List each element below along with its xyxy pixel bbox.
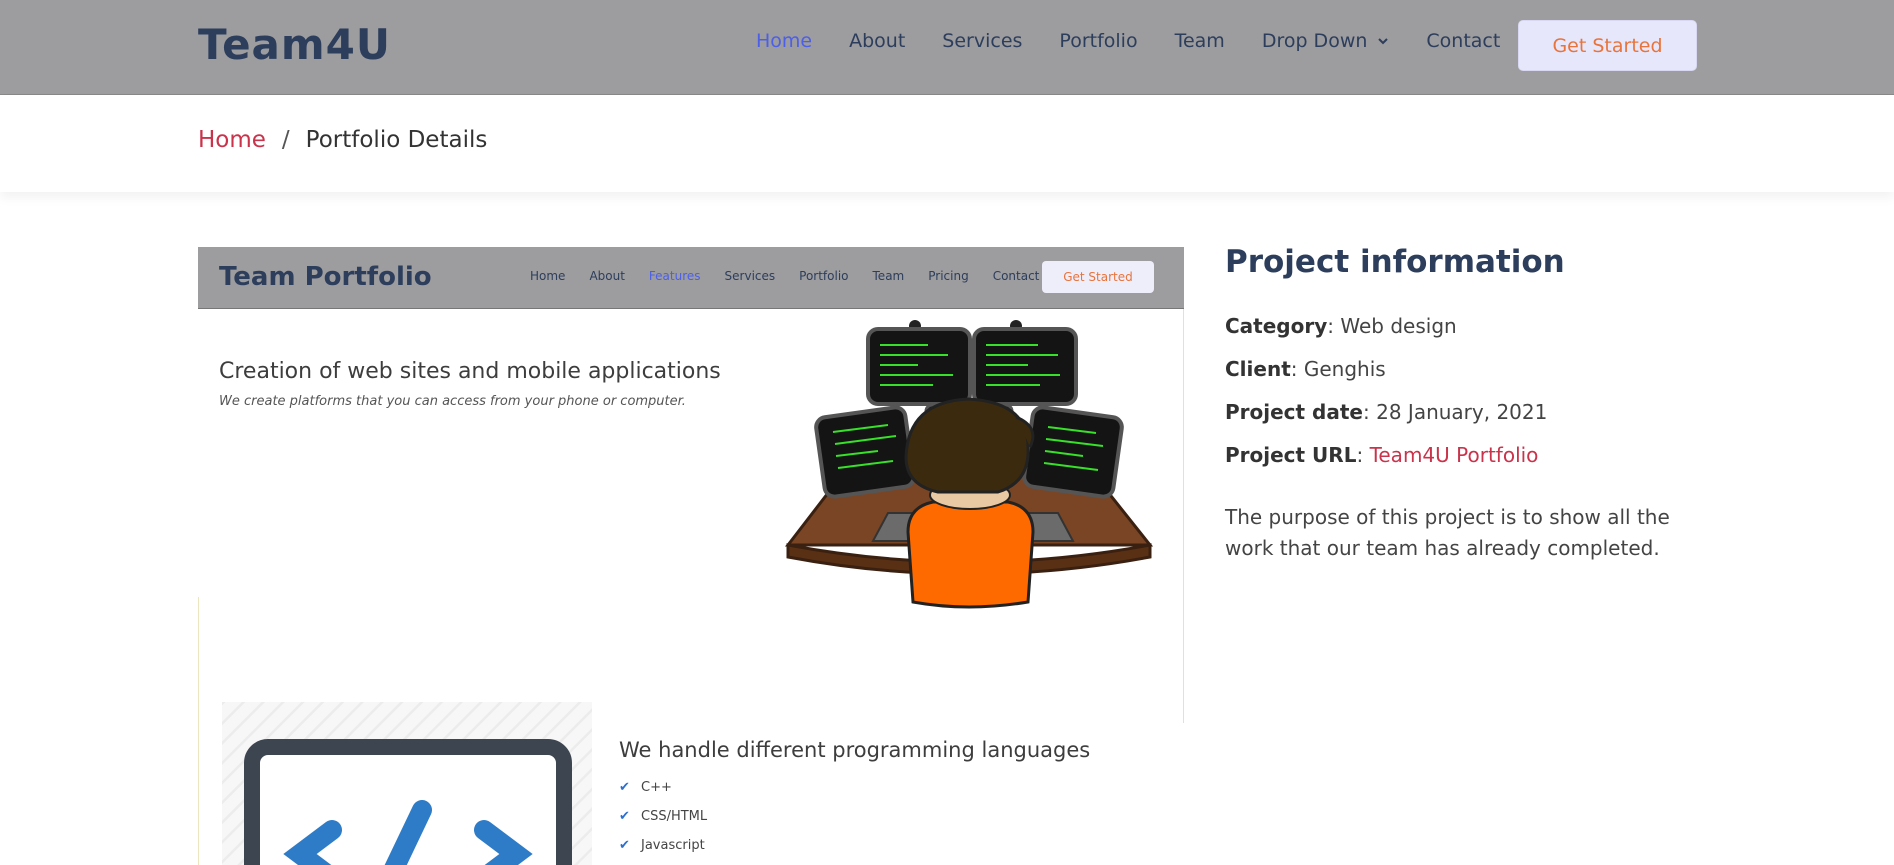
mini-nav-services: Services	[724, 269, 776, 283]
breadcrumb-separator: /	[281, 127, 290, 153]
nav-dropdown-label: Drop Down	[1261, 30, 1368, 52]
developer-illustration	[784, 320, 1154, 609]
image-border	[198, 597, 199, 865]
mini-site-header: Team Portfolio Home About Features Servi…	[198, 247, 1184, 309]
nav-about[interactable]: About	[849, 30, 905, 52]
mini-languages-title: We handle different programming language…	[619, 738, 1091, 762]
date-value: 28 January, 2021	[1376, 399, 1548, 424]
mini-site-logo: Team Portfolio	[219, 262, 432, 292]
colon: :	[1327, 313, 1341, 338]
client-label: Client	[1225, 356, 1291, 381]
category-value: Web design	[1340, 313, 1457, 338]
nav-team[interactable]: Team	[1175, 30, 1225, 52]
colon: :	[1363, 399, 1377, 424]
breadcrumb-current: Portfolio Details	[305, 127, 488, 153]
project-description: The purpose of this project is to show a…	[1225, 505, 1670, 560]
list-item: ✔ Javascript	[619, 831, 707, 860]
mini-nav-pricing: Pricing	[928, 269, 969, 283]
get-started-button[interactable]: Get Started	[1518, 20, 1697, 71]
site-header: Team4U Home About Services Portfolio Tea…	[0, 0, 1894, 95]
nav-services[interactable]: Services	[942, 30, 1022, 52]
mini-nav-team: Team	[872, 269, 905, 283]
mini-nav-contact: Contact	[992, 269, 1040, 283]
mini-nav-features: Features	[648, 269, 701, 283]
main-nav: Home About Services Portfolio Team Drop …	[756, 30, 1537, 52]
nav-home[interactable]: Home	[756, 30, 812, 52]
date-row: Project date: 28 January, 2021	[1225, 390, 1725, 433]
check-icon: ✔	[619, 780, 630, 795]
nav-dropdown[interactable]: Drop Down	[1262, 30, 1390, 52]
category-label: Category	[1225, 313, 1328, 338]
chevron-down-icon	[1378, 38, 1389, 45]
nav-contact[interactable]: Contact	[1426, 30, 1500, 52]
nav-portfolio[interactable]: Portfolio	[1059, 30, 1137, 52]
mini-hero-title: Creation of web sites and mobile applica…	[219, 359, 721, 384]
url-row: Project URL: Team4U Portfolio	[1225, 433, 1725, 476]
mini-nav-about: About	[589, 269, 625, 283]
colon: :	[1290, 356, 1304, 381]
breadcrumb: Home / Portfolio Details	[198, 127, 487, 153]
languages-list: ✔ C++ ✔ CSS/HTML ✔ Javascript	[619, 773, 707, 860]
project-info: Project information Category: Web design…	[1225, 244, 1725, 564]
portfolio-image: Team Portfolio Home About Features Servi…	[198, 247, 1184, 865]
mini-nav-home: Home	[530, 269, 566, 283]
client-value: Genghis	[1303, 356, 1386, 381]
url-label: Project URL	[1225, 442, 1357, 467]
mini-nav-portfolio: Portfolio	[799, 269, 849, 283]
list-item: ✔ CSS/HTML	[619, 802, 707, 831]
project-info-title: Project information	[1225, 244, 1565, 280]
check-icon: ✔	[619, 809, 630, 824]
project-url-link[interactable]: Team4U Portfolio	[1370, 443, 1539, 467]
colon: :	[1356, 442, 1370, 467]
image-border	[1183, 247, 1184, 723]
list-item: ✔ C++	[619, 773, 707, 802]
site-logo[interactable]: Team4U	[198, 20, 391, 69]
mini-site-nav: Home About Features Services Portfolio T…	[530, 269, 1063, 283]
category-row: Category: Web design	[1225, 304, 1725, 347]
language-label: Javascript	[641, 838, 705, 853]
mini-hero-subtitle: We create platforms that you can access …	[219, 394, 686, 409]
date-label: Project date	[1225, 399, 1363, 424]
mini-get-started-button: Get Started	[1042, 261, 1154, 293]
code-illustration	[222, 702, 592, 865]
breadcrumb-home-link[interactable]: Home	[198, 127, 266, 153]
check-icon: ✔	[619, 838, 630, 853]
language-label: CSS/HTML	[641, 809, 708, 824]
breadcrumb-section: Home / Portfolio Details	[0, 95, 1894, 192]
client-row: Client: Genghis	[1225, 347, 1725, 390]
language-label: C++	[641, 780, 672, 795]
